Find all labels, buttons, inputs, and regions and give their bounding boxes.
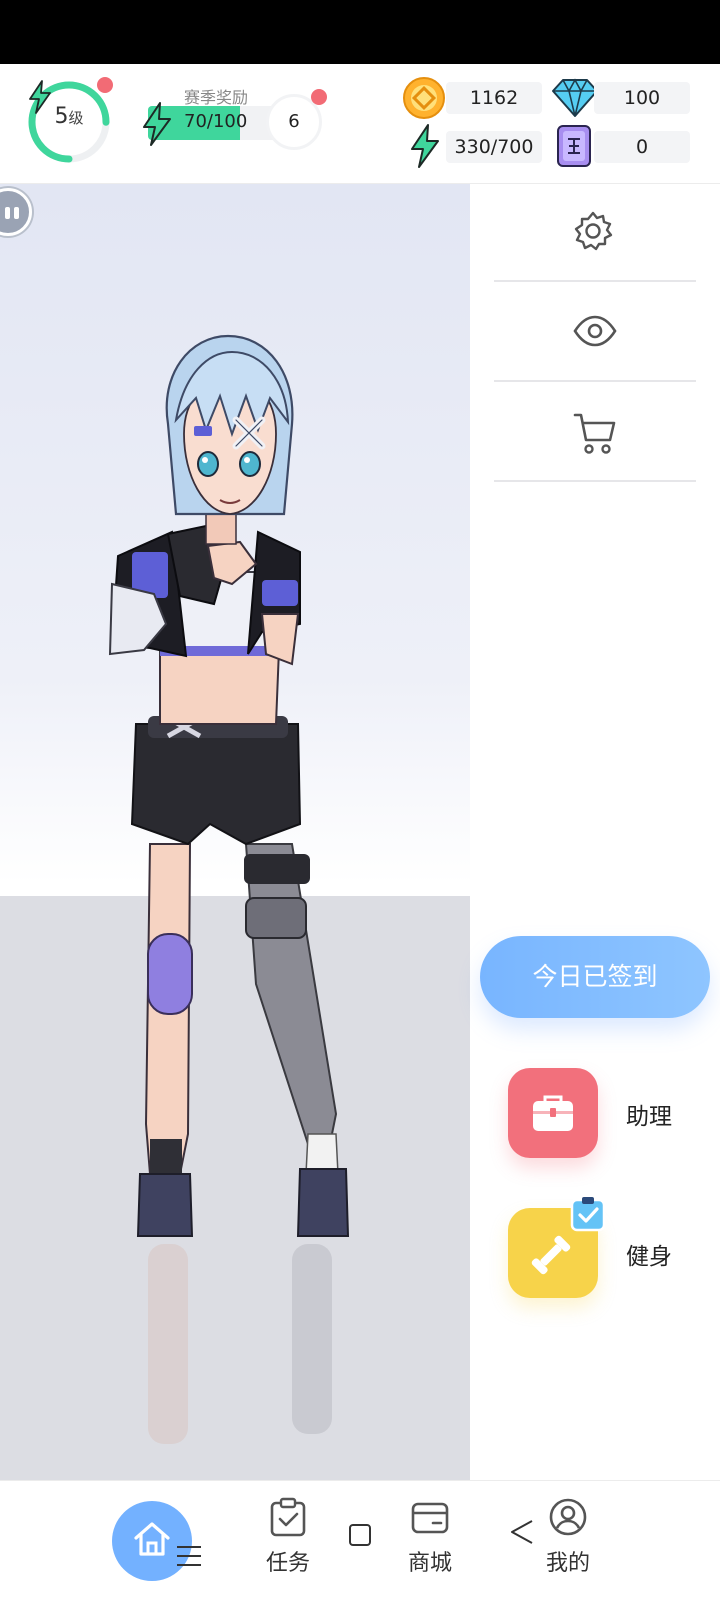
checklist-badge-icon <box>570 1197 606 1232</box>
nav-profile-label: 我的 <box>545 1551 590 1576</box>
gear-icon <box>574 211 613 251</box>
cart-icon <box>573 413 616 454</box>
coin-icon <box>403 77 445 119</box>
fitness-label[interactable]: 健身 <box>626 1237 672 1271</box>
season-notification-dot <box>311 89 327 105</box>
level-notification-dot <box>97 77 113 93</box>
home-icon <box>134 1522 170 1556</box>
character-stage[interactable] <box>0 184 470 1480</box>
energy-lightning-icon <box>411 124 439 168</box>
level-badge[interactable]: 5级 <box>27 80 111 164</box>
clipboard-icon <box>270 1497 306 1537</box>
fitness-button[interactable] <box>508 1197 606 1298</box>
view-toggle-button[interactable] <box>494 284 696 382</box>
ticket-icon <box>557 125 591 167</box>
bottom-navigation: 任务 商城 我的 <box>0 1480 720 1600</box>
nav-shop[interactable]: 商城 <box>390 1497 470 1577</box>
diamond-balance[interactable]: 100 <box>594 82 690 114</box>
nav-shop-label: 商城 <box>407 1551 452 1576</box>
nav-tasks[interactable]: 任务 <box>248 1497 328 1577</box>
daily-signin-button[interactable]: 今日已签到 <box>480 936 710 1018</box>
assistant-label[interactable]: 助理 <box>626 1097 672 1131</box>
season-progress-text: 70/100 <box>184 111 248 132</box>
season-reward-label: 赛季奖励 <box>184 88 249 107</box>
nav-profile[interactable]: 我的 <box>528 1497 608 1577</box>
nav-tasks-label: 任务 <box>265 1551 310 1576</box>
energy-balance[interactable]: 330/700 <box>446 131 542 163</box>
lightning-icon <box>29 80 51 114</box>
briefcase-icon <box>533 1095 573 1131</box>
character-avatar[interactable] <box>0 184 470 1480</box>
top-header: 5级 赛季奖励 70/100 6 1162 100 330/700 0 <box>0 64 720 184</box>
system-recent-apps-icon[interactable] <box>348 1523 372 1547</box>
settings-button[interactable] <box>494 184 696 282</box>
coin-balance[interactable]: 1162 <box>446 82 542 114</box>
nav-home[interactable] <box>112 1501 192 1581</box>
dumbbell-icon <box>531 1235 571 1275</box>
assistant-button[interactable] <box>508 1068 598 1158</box>
user-icon <box>549 1498 587 1536</box>
level-unit: 级 <box>68 109 84 127</box>
eye-icon <box>573 315 617 347</box>
lightning-icon <box>143 102 171 146</box>
system-menu-icon[interactable] <box>176 1545 202 1567</box>
shop-card-icon <box>411 1502 449 1534</box>
level-value: 5 <box>54 104 69 129</box>
status-bar <box>0 0 720 64</box>
cart-button[interactable] <box>494 384 696 482</box>
diamond-icon <box>552 78 598 117</box>
ticket-balance[interactable]: 0 <box>594 131 690 163</box>
